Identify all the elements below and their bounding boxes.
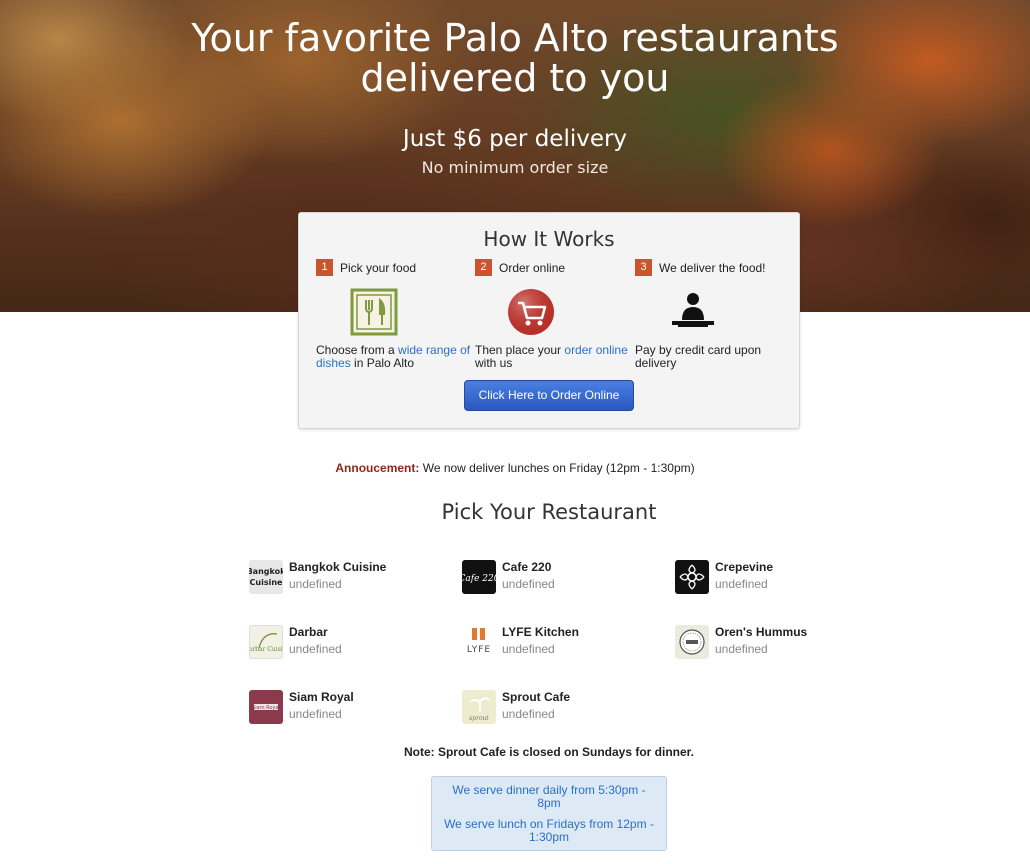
restaurant-name: Bangkok Cuisine: [289, 560, 387, 574]
announcement-label: Annoucement:: [335, 461, 420, 475]
step-number: 3: [635, 259, 652, 276]
restaurant-logo: LYFE: [462, 625, 496, 659]
restaurant-name: Siam Royal: [289, 690, 354, 704]
restaurant-logo: Darbar Cuisine: [249, 625, 283, 659]
order-online-button[interactable]: Click Here to Order Online: [464, 380, 634, 411]
step-description: Then place your order online with us: [475, 343, 628, 370]
svg-text:LYFE: LYFE: [467, 645, 491, 655]
restaurant-bangkok-cuisine[interactable]: Bangkok Cuisine Bangkok Cuisine undefined: [249, 560, 449, 596]
restaurant-logo: sprout: [462, 690, 496, 724]
restaurant-name: Crepevine: [715, 560, 774, 574]
step-description: Choose from a wide range of dishes in Pa…: [316, 343, 471, 370]
svg-text:sprout: sprout: [469, 715, 489, 722]
step-pick-food: 1 Pick your food Choose from a wide rang…: [316, 259, 476, 370]
svg-text:Cafe 220: Cafe 220: [462, 574, 496, 584]
restaurant-logo: [675, 560, 709, 594]
restaurant-subtitle: undefined: [715, 642, 768, 656]
delivery-price: Just $6 per delivery: [402, 126, 628, 152]
step-label: We deliver the food!: [659, 260, 766, 275]
step-label: Order online: [499, 260, 566, 275]
restaurant-name: Cafe 220: [502, 560, 552, 574]
hero-subtitle: No minimum order size: [421, 158, 609, 177]
step-number: 1: [316, 259, 333, 276]
announcement-text: We now deliver lunches on Friday (12pm -…: [419, 461, 695, 475]
restaurant-sprout-cafe[interactable]: sprout Sprout Cafe undefined: [462, 690, 662, 726]
svg-text:Bangkok: Bangkok: [249, 567, 283, 576]
restaurant-name: Darbar: [289, 625, 328, 639]
announcement: Annoucement: We now deliver lunches on F…: [0, 461, 1030, 475]
restaurant-darbar[interactable]: Darbar Cuisine Darbar undefined: [249, 625, 449, 661]
sprout-closed-note: Note: Sprout Cafe is closed on Sundays f…: [403, 745, 695, 759]
restaurant-subtitle: undefined: [715, 577, 768, 591]
step-order-online: 2 Order online Then place your order onl…: [475, 259, 635, 370]
restaurant-siam-royal[interactable]: Siam Royal Siam Royal undefined: [249, 690, 449, 726]
how-it-works-card: How It Works 1 Pick your food Choose fro…: [298, 212, 800, 429]
restaurant-cafe-220[interactable]: Cafe 220 Cafe 220 undefined: [462, 560, 662, 596]
how-it-works-title: How It Works: [483, 227, 615, 251]
restaurant-subtitle: undefined: [289, 577, 342, 591]
pick-restaurant-title: Pick Your Restaurant: [441, 500, 657, 524]
svg-text:Cuisine: Cuisine: [250, 578, 283, 587]
service-hours-box: We serve dinner daily from 5:30pm - 8pm …: [431, 776, 667, 851]
restaurant-crepevine[interactable]: Crepevine undefined: [675, 560, 875, 596]
restaurant-logo: Cafe 220: [462, 560, 496, 594]
hero-title: Your favorite Palo Alto restaurants deli…: [191, 16, 839, 100]
restaurant-subtitle: undefined: [502, 707, 555, 721]
svg-text:Darbar Cuisine: Darbar Cuisine: [250, 646, 283, 653]
svg-text:Siam Royal: Siam Royal: [252, 705, 280, 711]
step-description: Pay by credit card upon delivery: [635, 343, 762, 370]
lunch-hours: We serve lunch on Fridays from 12pm - 1:…: [444, 817, 654, 844]
restaurant-subtitle: undefined: [289, 642, 342, 656]
restaurant-orens-hummus[interactable]: Oren's Hummus undefined: [675, 625, 875, 661]
restaurant-subtitle: undefined: [289, 707, 342, 721]
step-label: Pick your food: [340, 260, 417, 275]
restaurant-name: Sprout Cafe: [502, 690, 571, 704]
restaurant-subtitle: undefined: [502, 642, 555, 656]
fork-knife-icon: [350, 288, 398, 336]
shopping-cart-icon: [508, 289, 554, 335]
restaurant-subtitle: undefined: [502, 577, 555, 591]
restaurant-name: Oren's Hummus: [715, 625, 808, 639]
restaurant-name: LYFE Kitchen: [502, 625, 579, 639]
restaurant-logo: Siam Royal: [249, 690, 283, 724]
restaurant-lyfe-kitchen[interactable]: LYFE LYFE Kitchen undefined: [462, 625, 662, 661]
restaurant-logo: Bangkok Cuisine: [249, 560, 283, 594]
restaurant-logo: [675, 625, 709, 659]
order-online-link[interactable]: order online: [564, 343, 627, 357]
step-number: 2: [475, 259, 492, 276]
dinner-hours: We serve dinner daily from 5:30pm - 8pm: [452, 783, 646, 810]
step-delivery: 3 We deliver the food! Pay by credit car…: [635, 259, 795, 370]
delivery-person-icon: [672, 293, 714, 327]
